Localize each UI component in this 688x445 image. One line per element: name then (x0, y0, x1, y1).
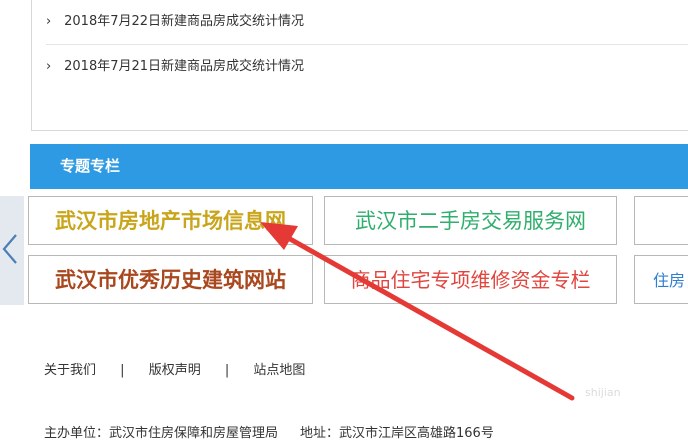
news-item-title[interactable]: 2018年7月21日新建商品房成交统计情况 (64, 59, 304, 74)
link-tile-historic-buildings[interactable]: 武汉市优秀历史建筑网站 (28, 255, 313, 304)
chevron-right-icon: › (46, 59, 52, 74)
footer-link-sitemap[interactable]: 站点地图 (253, 360, 305, 382)
carousel-prev-button[interactable] (0, 196, 24, 305)
news-item[interactable]: › 2018年7月21日新建商品房成交统计情况 (46, 45, 688, 89)
chevron-left-icon (2, 234, 17, 264)
link-tile-housing[interactable]: 住房 (634, 255, 688, 304)
footer-info: 主办单位：武汉市住房保障和房屋管理局 地址：武汉市江岸区高雄路166号 (44, 423, 494, 445)
footer-host: 主办单位：武汉市住房保障和房屋管理局 (44, 426, 279, 441)
news-item[interactable]: › 2018年7月22日新建商品房成交统计情况 (46, 0, 688, 45)
tile-label: 商品住宅专项维修资金专栏 (350, 268, 591, 292)
tile-label: 武汉市优秀历史建筑网站 (55, 268, 286, 292)
footer-links: 关于我们 | 版权声明 | 站点地图 (44, 360, 305, 382)
footer-link-copyright[interactable]: 版权声明 (149, 360, 201, 382)
news-list: › 2018年7月22日新建商品房成交统计情况 › 2018年7月21日新建商品… (31, 0, 688, 131)
link-tile-partial[interactable] (634, 196, 688, 245)
footer-separator: | (224, 363, 230, 378)
watermark: shijian (585, 386, 621, 399)
tile-label: 武汉市房地产市场信息网 (55, 209, 286, 233)
tile-label: 武汉市二手房交易服务网 (355, 209, 586, 233)
footer-address: 地址：武汉市江岸区高雄路166号 (300, 426, 494, 441)
footer-link-about[interactable]: 关于我们 (44, 360, 96, 382)
section-title: 专题专栏 (60, 157, 121, 175)
news-item-title[interactable]: 2018年7月22日新建商品房成交统计情况 (64, 14, 304, 29)
link-tile-maintenance-fund[interactable]: 商品住宅专项维修资金专栏 (324, 255, 617, 304)
section-header: 专题专栏 (30, 144, 688, 189)
link-tile-second-hand-housing[interactable]: 武汉市二手房交易服务网 (324, 196, 617, 245)
link-tile-real-estate-info[interactable]: 武汉市房地产市场信息网 (28, 196, 313, 245)
chevron-right-icon: › (46, 14, 52, 29)
footer-separator: | (120, 363, 125, 378)
tile-label: 住房 (653, 271, 686, 290)
